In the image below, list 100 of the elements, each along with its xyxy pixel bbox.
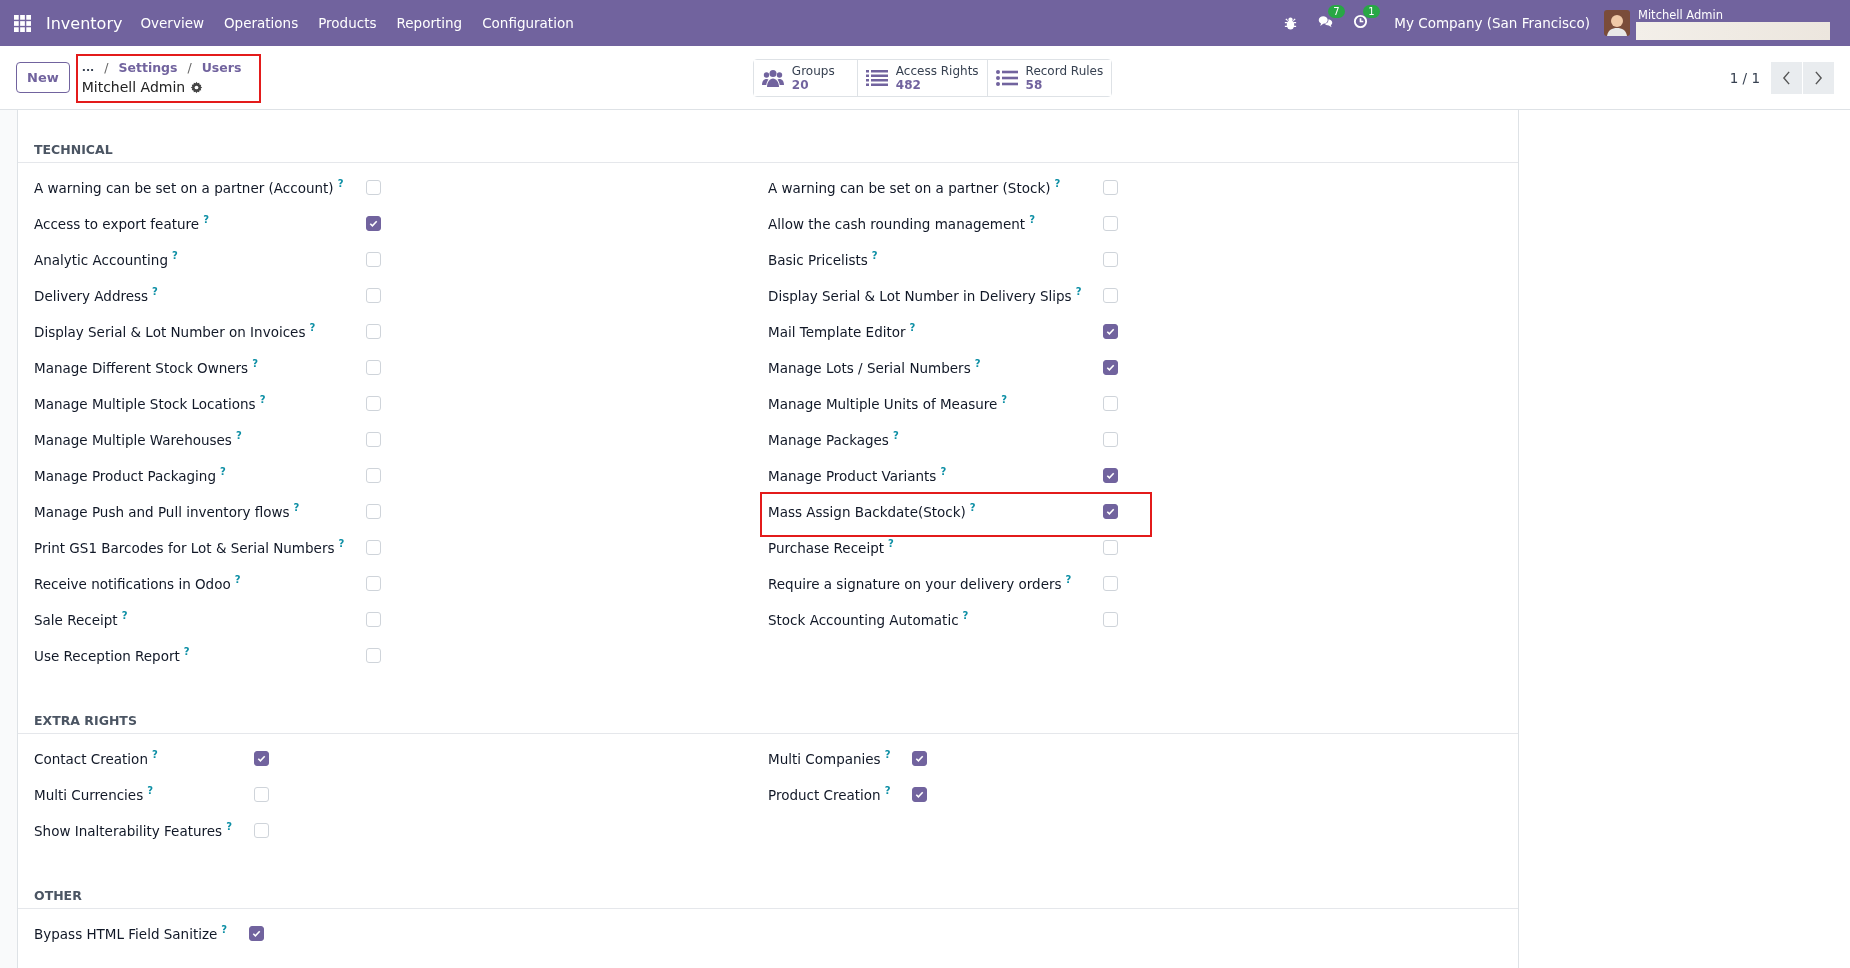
help-tooltip[interactable]: ? bbox=[888, 538, 894, 550]
help-tooltip[interactable]: ? bbox=[203, 214, 209, 226]
field-label: Product Creation bbox=[768, 786, 881, 803]
help-tooltip[interactable]: ? bbox=[962, 610, 969, 622]
help-tooltip[interactable]: ? bbox=[337, 178, 344, 190]
company-name[interactable]: My Company (San Francisco) bbox=[1394, 15, 1590, 31]
message-count-badge: 7 bbox=[1328, 5, 1345, 18]
field-label: Manage Multiple Units of Measure bbox=[768, 395, 998, 412]
help-tooltip[interactable]: ? bbox=[259, 394, 266, 406]
field-label: Bypass HTML Field Sanitize bbox=[34, 925, 218, 942]
checkbox[interactable] bbox=[1103, 467, 1119, 483]
field-label: Manage Product Packaging bbox=[34, 467, 216, 484]
record-title: Mitchell Admin bbox=[81, 79, 186, 95]
previous-button[interactable] bbox=[1770, 61, 1802, 94]
checkbox[interactable] bbox=[249, 925, 265, 941]
field-label: Multi Companies bbox=[768, 750, 881, 767]
field-label: Allow the cash rounding management bbox=[768, 215, 1026, 232]
help-tooltip[interactable]: ? bbox=[1001, 394, 1008, 406]
help-tooltip[interactable]: ? bbox=[884, 785, 891, 797]
field-label: Manage Different Stock Owners bbox=[34, 359, 249, 376]
checkbox[interactable] bbox=[253, 750, 269, 766]
help-tooltip[interactable]: ? bbox=[871, 250, 878, 262]
help-tooltip[interactable]: ? bbox=[969, 502, 976, 514]
field-label: Display Serial & Lot Number in Delivery Slips bbox=[768, 287, 1072, 304]
field-label: Print GS1 Barcodes for Lot & Serial Numbers bbox=[34, 539, 335, 556]
smart-button-label: Access Rights bbox=[895, 63, 979, 78]
help-tooltip[interactable]: ? bbox=[293, 502, 300, 514]
help-tooltip[interactable]: ? bbox=[940, 466, 947, 478]
field-label: A warning can be set on a partner (Stock) bbox=[768, 179, 1051, 196]
breadcrumb-link[interactable]: Settings bbox=[118, 60, 178, 75]
help-tooltip[interactable]: ? bbox=[226, 821, 232, 833]
field-label: A warning can be set on a partner (Account) bbox=[34, 179, 334, 196]
help-tooltip[interactable]: ? bbox=[234, 574, 241, 586]
field-label: Stock Accounting Automatic bbox=[768, 611, 959, 628]
help-tooltip[interactable]: ? bbox=[121, 610, 128, 622]
menu-item[interactable]: Products bbox=[318, 15, 377, 31]
people-icon bbox=[761, 68, 784, 87]
help-tooltip[interactable]: ? bbox=[183, 646, 190, 658]
activity-count-badge: 1 bbox=[1363, 5, 1380, 18]
breadcrumb-link[interactable]: Users bbox=[201, 60, 242, 75]
field-label: Purchase Receipt bbox=[768, 539, 884, 556]
field-label: Use Reception Report bbox=[34, 647, 180, 664]
field-label: Manage Product Variants bbox=[768, 467, 937, 484]
help-tooltip[interactable]: ? bbox=[220, 466, 226, 478]
breadcrumb-separator: / bbox=[187, 60, 192, 75]
breadcrumb-separator: / bbox=[104, 60, 109, 75]
help-tooltip[interactable]: ? bbox=[974, 358, 981, 370]
clock-icon[interactable] bbox=[1353, 14, 1369, 29]
checkbox[interactable] bbox=[1103, 323, 1119, 339]
help-tooltip[interactable]: ? bbox=[147, 785, 154, 797]
help-tooltip[interactable]: ? bbox=[1054, 178, 1061, 190]
menu-item[interactable]: Overview bbox=[140, 15, 204, 31]
field-label: Manage Multiple Stock Locations bbox=[34, 395, 256, 412]
help-tooltip[interactable]: ? bbox=[171, 250, 178, 262]
help-tooltip[interactable]: ? bbox=[221, 924, 228, 936]
bug-icon[interactable] bbox=[1283, 15, 1299, 31]
apps-grid-icon[interactable] bbox=[14, 14, 31, 32]
smart-button-count: 20 bbox=[791, 77, 809, 92]
field-label: Show Inalterability Features bbox=[34, 822, 223, 839]
section-heading: OTHER bbox=[18, 876, 1518, 909]
chat-icon[interactable] bbox=[1318, 14, 1334, 29]
help-tooltip[interactable]: ? bbox=[1065, 574, 1072, 586]
menu-item[interactable]: Reporting bbox=[396, 15, 463, 31]
field-label: Multi Currencies bbox=[34, 786, 144, 803]
pager-counter: 1 / 1 bbox=[1729, 69, 1760, 86]
menu-item[interactable]: Configuration bbox=[482, 15, 574, 31]
help-tooltip[interactable]: ? bbox=[309, 322, 316, 334]
settings-icon[interactable] bbox=[190, 80, 204, 94]
help-tooltip[interactable]: ? bbox=[909, 322, 916, 334]
help-tooltip[interactable]: ? bbox=[235, 430, 242, 442]
field-label: Mail Template Editor bbox=[768, 323, 906, 340]
smart-button[interactable]: Groups 20 bbox=[753, 59, 858, 96]
checkbox[interactable] bbox=[912, 750, 928, 766]
help-tooltip[interactable]: ? bbox=[884, 749, 891, 761]
section-heading: EXTRA RIGHTS bbox=[18, 701, 1518, 734]
new-button[interactable]: New bbox=[16, 62, 70, 93]
avatar-icon[interactable] bbox=[1604, 10, 1630, 36]
field-label: Sale Receipt bbox=[34, 611, 118, 628]
help-tooltip[interactable]: ? bbox=[892, 430, 899, 442]
field-label: Manage Push and Pull inventory flows bbox=[34, 503, 290, 520]
field-label: Basic Pricelists bbox=[768, 251, 868, 268]
field-label: Contact Creation bbox=[34, 750, 148, 767]
help-tooltip[interactable]: ? bbox=[151, 749, 158, 761]
field-label: Manage Packages bbox=[768, 431, 889, 448]
checkbox[interactable] bbox=[1103, 503, 1119, 519]
help-tooltip[interactable]: ? bbox=[338, 538, 345, 550]
next-button[interactable] bbox=[1802, 61, 1834, 94]
help-tooltip[interactable]: ? bbox=[1075, 286, 1082, 298]
chevron-left-icon bbox=[1782, 70, 1791, 85]
menu-item[interactable]: Operations bbox=[224, 15, 299, 31]
checkbox[interactable] bbox=[366, 215, 382, 231]
help-tooltip[interactable]: ? bbox=[152, 286, 158, 298]
user-name[interactable]: Mitchell Admin bbox=[1638, 8, 1723, 22]
chevron-right-icon bbox=[1814, 70, 1823, 85]
checkbox[interactable] bbox=[1103, 359, 1119, 375]
help-tooltip[interactable]: ? bbox=[252, 358, 258, 370]
app-name[interactable]: Inventory bbox=[46, 13, 123, 33]
checkbox[interactable] bbox=[912, 786, 928, 802]
help-tooltip[interactable]: ? bbox=[1029, 214, 1035, 226]
breadcrumb-link[interactable]: ... bbox=[81, 61, 95, 74]
